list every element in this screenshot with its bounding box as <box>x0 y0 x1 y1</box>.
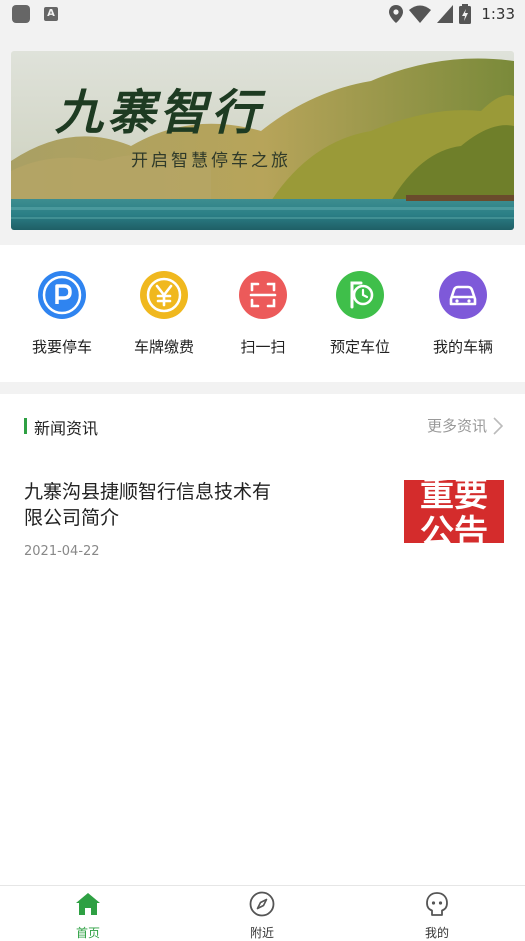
nav-tab-nearby[interactable]: 附近 <box>222 890 302 941</box>
quick-actions: 我要停车 车牌缴费 扫一扫 预定车位 我的车辆 <box>0 245 525 382</box>
quick-action-plate-payment[interactable]: 车牌缴费 <box>114 271 214 357</box>
news-section-title: 新闻资讯 <box>34 419 99 438</box>
profile-icon <box>426 892 448 916</box>
status-bar: A 1:33 <box>0 0 525 30</box>
signal-icon <box>437 5 454 23</box>
news-header: 新闻资讯 更多资讯 <box>0 394 525 456</box>
app-icon <box>12 5 30 23</box>
more-news-link[interactable]: 更多资讯 <box>427 415 503 436</box>
news-accent-bar <box>24 418 27 434</box>
more-news-label: 更多资讯 <box>426 417 487 435</box>
banner[interactable]: 九寨智行 开启智慧停车之旅 <box>11 51 514 230</box>
location-icon <box>389 5 404 23</box>
quick-action-label: 预定车位 <box>329 338 390 356</box>
parking-p-icon <box>38 271 86 319</box>
news-item-title: 九寨沟县捷顺智行信息技术有限公司简介 <box>24 481 272 529</box>
quick-action-label: 我要停车 <box>31 338 92 356</box>
banner-subtitle: 开启智慧停车之旅 <box>131 151 291 171</box>
keyboard-a-icon: A <box>44 7 58 21</box>
quick-action-label: 我的车辆 <box>432 338 493 356</box>
quick-action-my-vehicles[interactable]: 我的车辆 <box>413 271 513 357</box>
nav-tab-home[interactable]: 首页 <box>48 890 128 941</box>
banner-area: 九寨智行 开启智慧停车之旅 <box>0 30 525 245</box>
important-notice-image: 重要 公告 <box>404 476 504 543</box>
wifi-icon <box>409 5 432 23</box>
nav-label-nearby: 附近 <box>249 926 274 940</box>
quick-action-scan[interactable]: 扫一扫 <box>213 271 313 357</box>
quick-action-label: 车牌缴费 <box>133 338 194 356</box>
battery-icon <box>459 4 472 24</box>
section-divider <box>0 382 525 394</box>
quick-action-park[interactable]: 我要停车 <box>12 271 112 357</box>
news-list-item[interactable]: 九寨沟县捷顺智行信息技术有限公司简介 2021-04-22 重要 公告 <box>0 456 525 581</box>
chevron-right-icon <box>493 416 503 435</box>
bottom-nav: 首页 附近 我的 <box>0 885 525 941</box>
status-time: 1:33 <box>481 5 515 23</box>
svg-text:重要: 重要 <box>420 476 488 515</box>
yen-icon <box>140 271 188 319</box>
scan-icon <box>239 271 287 319</box>
nav-label-home: 首页 <box>75 926 100 940</box>
news-item-date: 2021-04-22 <box>24 544 100 559</box>
car-icon <box>439 271 487 319</box>
quick-action-label: 扫一扫 <box>240 338 286 356</box>
news-thumbnail: 重要 公告 <box>404 476 504 543</box>
home-icon <box>76 893 100 915</box>
quick-action-reserve-spot[interactable]: 预定车位 <box>310 271 410 357</box>
svg-text:公告: 公告 <box>420 513 488 543</box>
nav-label-profile: 我的 <box>424 926 449 940</box>
compass-icon <box>249 891 275 917</box>
banner-title: 九寨智行 <box>55 85 264 141</box>
nav-tab-profile[interactable]: 我的 <box>397 890 477 941</box>
reserve-clock-icon <box>336 271 384 319</box>
